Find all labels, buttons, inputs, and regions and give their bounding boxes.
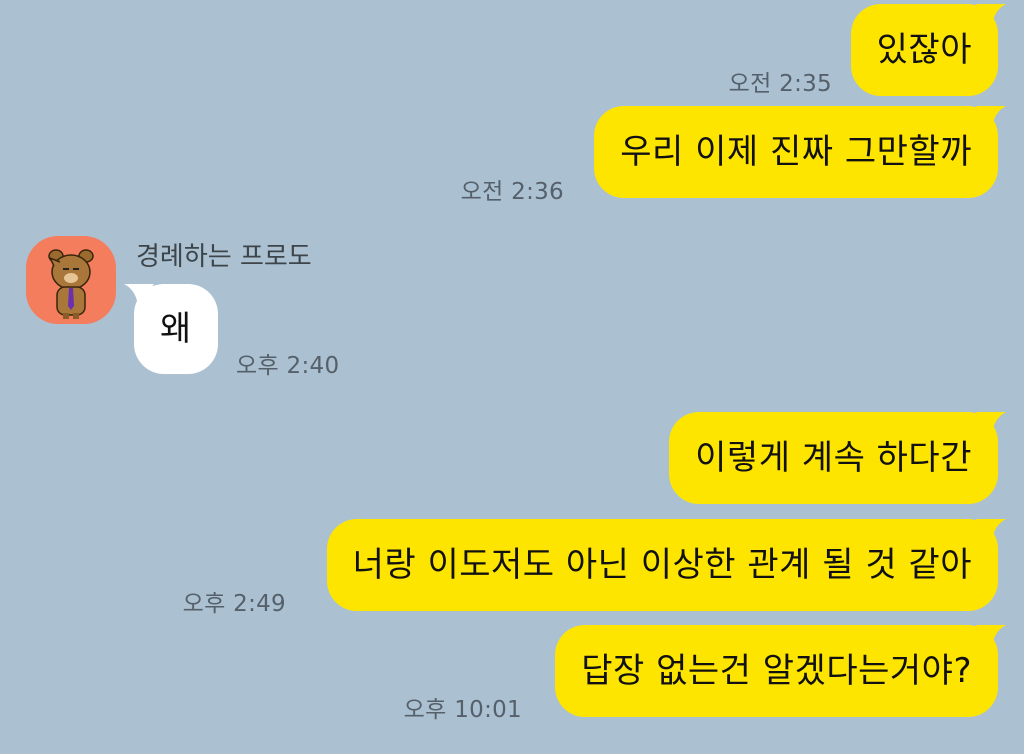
bubble-tail-icon <box>976 412 1006 434</box>
bubble-tail-icon <box>124 284 154 306</box>
bubble-tail-icon <box>976 625 1006 647</box>
bubble-tail-icon <box>976 106 1006 128</box>
message-text: 왜 <box>160 309 192 349</box>
message-time: 오전 2:36 <box>460 179 564 205</box>
message-bubble-mine[interactable]: 우리 이제 진짜 그만할까 <box>594 106 1006 198</box>
message-bubble-mine[interactable]: 이렇게 계속 하다간 <box>669 412 1006 504</box>
message-text: 이렇게 계속 하다간 <box>695 438 972 478</box>
message-bubble-other[interactable]: 왜 <box>124 284 218 374</box>
saluting-frodo-icon <box>48 249 94 319</box>
message-text: 있잖아 <box>876 30 972 70</box>
message-text: 답장 없는건 알겠다는거야? <box>581 651 972 691</box>
message-bubble-mine[interactable]: 너랑 이도저도 아닌 이상한 관계 될 것 같아 <box>326 519 1006 611</box>
message-text: 우리 이제 진짜 그만할까 <box>620 132 972 172</box>
sender-name: 경례하는 프로도 <box>136 242 312 272</box>
message-time: 오후 10:01 <box>403 697 522 723</box>
message-time: 오후 2:49 <box>182 591 286 617</box>
bubble-tail-icon <box>976 519 1006 541</box>
message-bubble-mine[interactable]: 있잖아 <box>850 4 1006 96</box>
bubble-tail-icon <box>976 4 1006 26</box>
sender-avatar[interactable] <box>26 236 116 324</box>
message-time: 오전 2:35 <box>728 71 832 97</box>
message-time: 오후 2:40 <box>236 353 340 379</box>
message-text: 너랑 이도저도 아닌 이상한 관계 될 것 같아 <box>352 545 972 585</box>
message-bubble-mine[interactable]: 답장 없는건 알겠다는거야? <box>555 625 1006 717</box>
